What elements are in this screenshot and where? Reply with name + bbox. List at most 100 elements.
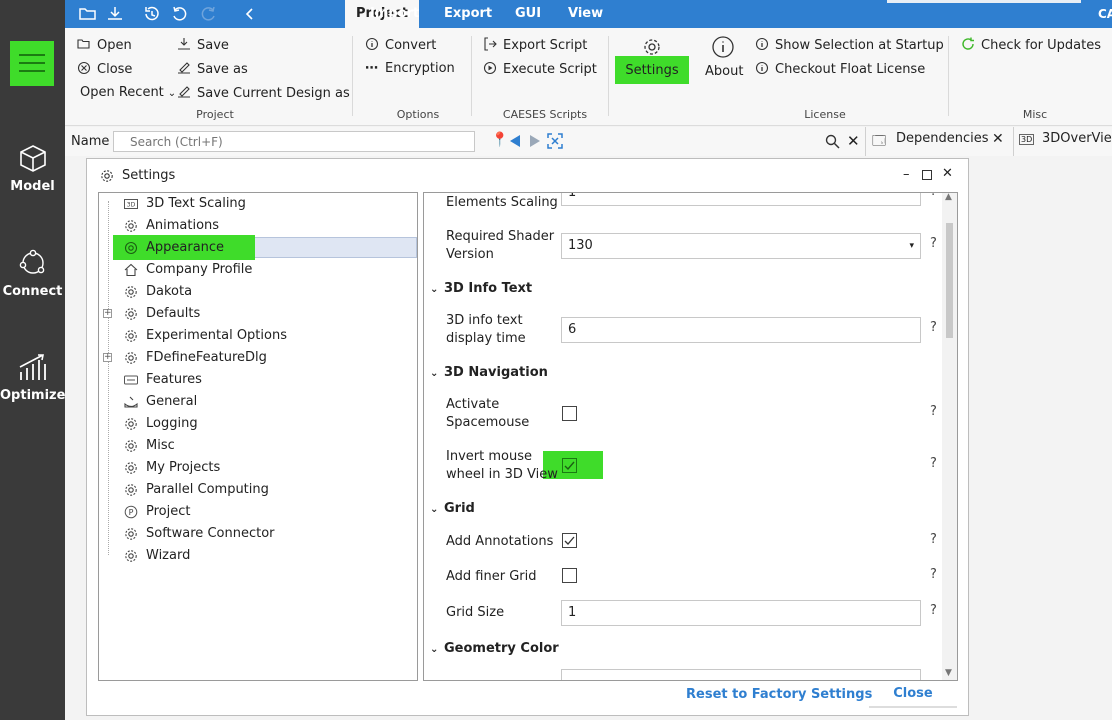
annotations-checkbox[interactable] (562, 533, 577, 548)
convert-button[interactable]: Convert (365, 37, 436, 53)
gear-icon (124, 285, 138, 299)
svg-text:P: P (129, 508, 134, 517)
help-icon[interactable]: ? (930, 456, 937, 471)
window-icon: 🗔 (872, 134, 887, 149)
menu-hamburger-button[interactable] (10, 41, 54, 86)
target-icon (124, 241, 138, 255)
checkout-license-button[interactable]: Checkout Float License (755, 61, 925, 77)
tree-item-label: Wizard (146, 548, 191, 563)
help-icon[interactable]: ? (930, 404, 937, 419)
scrollbar-thumb[interactable] (946, 223, 953, 338)
info-time-input[interactable]: 6 (561, 317, 921, 343)
help-icon[interactable]: ? (930, 320, 937, 335)
section-3d-navigation[interactable]: ⌄ 3D Navigation (430, 365, 548, 380)
redo-icon[interactable] (198, 4, 218, 24)
close-icon[interactable]: ✕ (942, 166, 953, 181)
properties-scrollbar[interactable]: ▲ ▼ (942, 193, 957, 680)
svg-text:3D: 3D (127, 202, 136, 209)
sidebar-item-optimize[interactable]: Optimize (0, 352, 65, 403)
reset-factory-settings-button[interactable]: Reset to Factory Settings (686, 687, 872, 702)
finer-grid-checkbox[interactable] (562, 568, 577, 583)
left-sidebar: Model Connect Optimize (0, 0, 65, 720)
finer-grid-label: Add finer Grid (446, 569, 537, 584)
group-label-options: Options (396, 108, 440, 121)
sidebar-item-connect[interactable]: Connect (0, 248, 65, 299)
tab-dependencies[interactable]: 🗔 Dependencies ✕ (865, 127, 1011, 156)
tree-item-label: Misc (146, 438, 175, 453)
spacemouse-checkbox[interactable] (562, 406, 577, 421)
help-icon[interactable]: ? (930, 236, 937, 251)
scroll-down-icon[interactable]: ▼ (945, 668, 952, 678)
search-input[interactable] (113, 131, 475, 152)
gear-icon (124, 439, 138, 453)
open-recent-dropdown[interactable]: Open Recent ⌄ (80, 85, 176, 100)
3d-badge-icon: 3D (124, 197, 138, 211)
grid-size-input[interactable]: 1 (561, 600, 921, 626)
close-button[interactable]: Close (869, 686, 957, 708)
pin-icon[interactable]: 📍 (491, 132, 508, 148)
close-icon[interactable]: ✕ (847, 132, 860, 150)
history-icon[interactable] (142, 4, 162, 24)
search-icon[interactable] (825, 134, 840, 149)
tab-3doverview[interactable]: 3D 3DOverView (1013, 127, 1112, 156)
geometry-color-picker[interactable] (561, 669, 921, 680)
app-title: CA (1098, 7, 1112, 21)
fit-view-icon[interactable] (547, 133, 563, 149)
save-button[interactable]: Save (177, 37, 229, 53)
arrow-right-icon[interactable] (529, 134, 541, 148)
save-as-icon (178, 86, 190, 98)
search-toolbar: Name ⌃ 📍 ✕ 🗔 Dependencies ✕ 3D 3DOverVie… (65, 127, 1112, 156)
chevron-down-icon: ⌄ (430, 504, 439, 515)
maximize-icon[interactable] (922, 170, 932, 180)
play-circle-icon (483, 61, 497, 75)
section-geometry-color[interactable]: ⌄ Geometry Color (430, 641, 559, 656)
tab-view[interactable]: View (568, 0, 603, 28)
download-icon[interactable] (105, 4, 125, 24)
settings-button[interactable]: Settings (615, 37, 689, 78)
tree-item-label: Parallel Computing (146, 482, 269, 497)
invert-mouse-checkbox[interactable] (562, 458, 577, 473)
encryption-button[interactable]: ⋯ Encryption (365, 61, 455, 76)
open-button[interactable]: Open (77, 37, 132, 53)
group-label-misc: Misc (1022, 108, 1048, 121)
expand-icon[interactable]: + (103, 353, 112, 362)
gear-icon (124, 351, 138, 365)
home-icon (124, 263, 138, 277)
arrow-left-icon[interactable] (509, 134, 521, 148)
folder-open-icon[interactable] (78, 4, 98, 24)
help-icon[interactable]: ? (930, 193, 937, 199)
save-as-button[interactable]: Save as (177, 61, 248, 77)
help-icon[interactable]: ? (930, 603, 937, 618)
chevron-down-icon: ⌄ (167, 88, 177, 99)
section-3d-info-text[interactable]: ⌄ 3D Info Text (430, 281, 532, 296)
elements-scaling-input[interactable]: 1 (561, 193, 921, 206)
section-grid[interactable]: ⌄ Grid (430, 501, 475, 516)
close-project-button[interactable]: Close (77, 61, 132, 77)
tree-item-label: General (146, 394, 198, 409)
expand-icon[interactable]: + (103, 309, 112, 318)
invert-mouse-label: Invert mouse wheel in 3D View (446, 449, 558, 482)
shader-version-select[interactable]: 130 ▾ (561, 233, 921, 259)
tab-gui[interactable]: GUI (515, 0, 541, 28)
chevron-left-icon[interactable] (240, 4, 260, 24)
top-search-field[interactable] (887, 0, 1081, 3)
tab-export[interactable]: Export (444, 0, 492, 28)
tab-import[interactable]: Import (370, 0, 419, 28)
show-selection-button[interactable]: Show Selection at Startup (755, 37, 944, 53)
close-icon[interactable]: ✕ (992, 131, 1004, 147)
check-updates-button[interactable]: Check for Updates (961, 37, 1101, 53)
tree-item-label: 3D Text Scaling (146, 196, 246, 211)
help-icon[interactable]: ? (930, 532, 937, 547)
tree-item-label: Dakota (146, 284, 193, 299)
export-script-button[interactable]: Export Script (483, 37, 587, 53)
execute-script-button[interactable]: Execute Script (483, 61, 597, 77)
sidebar-item-model[interactable]: Model (0, 143, 65, 194)
save-current-design-button[interactable]: Save Current Design as (177, 85, 350, 101)
about-button[interactable]: About (705, 35, 743, 79)
connect-icon (19, 249, 44, 274)
minimize-icon[interactable]: – (903, 167, 910, 182)
cube-icon (19, 145, 46, 172)
undo-icon[interactable] (170, 4, 190, 24)
help-icon[interactable]: ? (930, 567, 937, 582)
scroll-up-icon[interactable]: ▲ (945, 193, 952, 202)
